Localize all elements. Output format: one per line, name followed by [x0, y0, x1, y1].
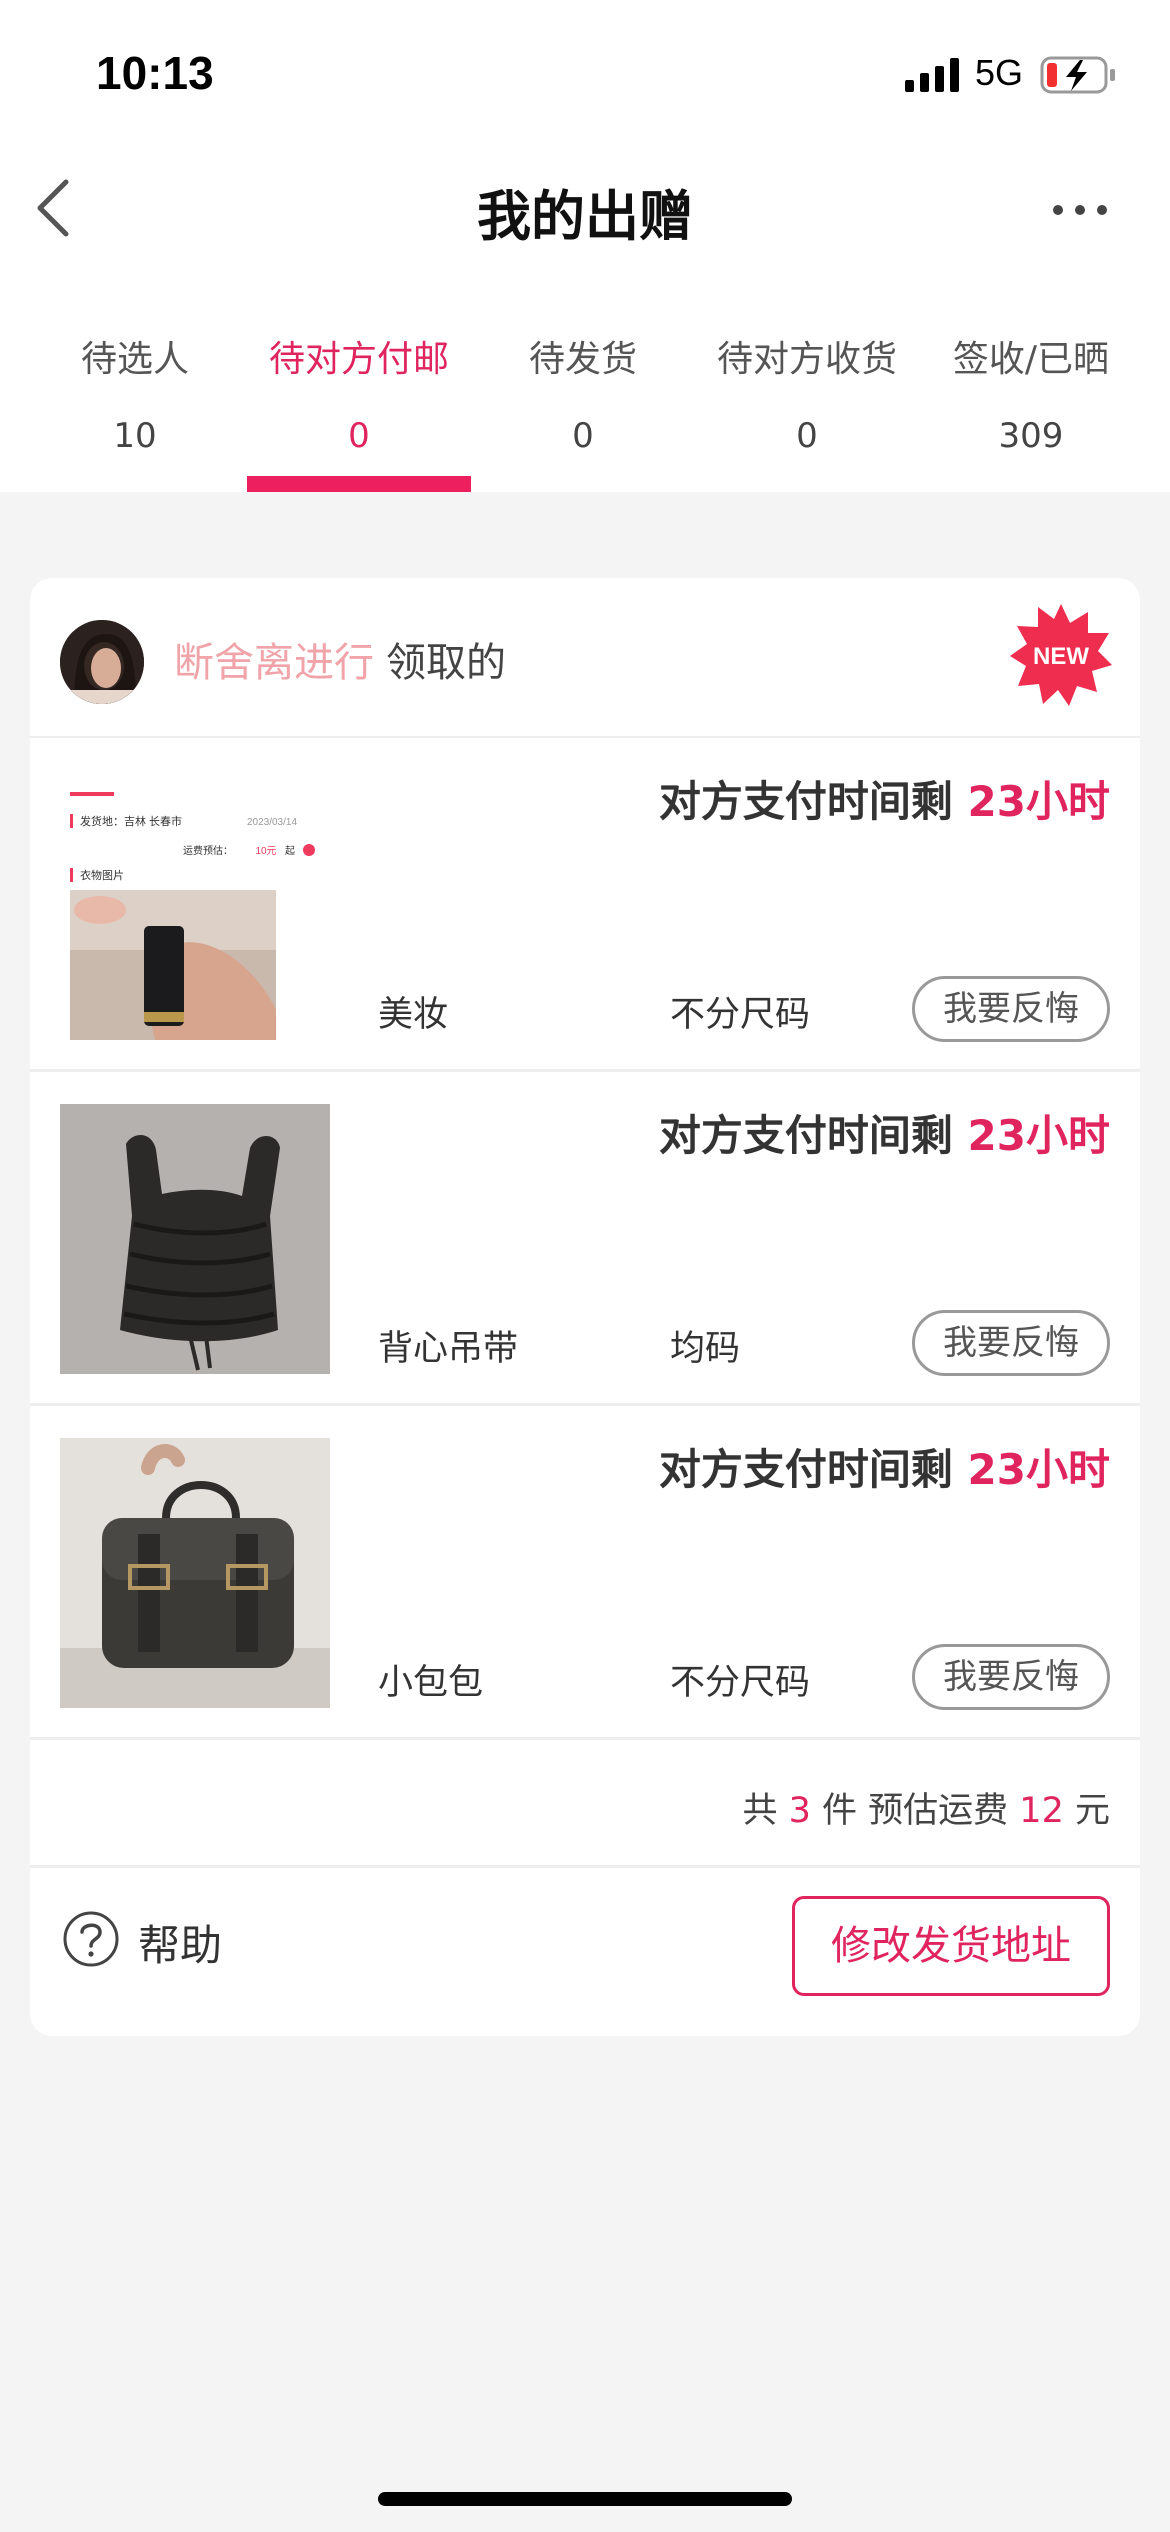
- item-photo: [60, 1104, 330, 1374]
- thumb-shipping-value: 10元: [255, 846, 276, 857]
- payment-countdown: 对方支付时间剩 23小时: [659, 1436, 1110, 1497]
- regret-button[interactable]: 我要反悔: [912, 976, 1110, 1042]
- thumb-shipping-suffix: 起: [285, 845, 295, 857]
- new-badge-label: NEW: [1033, 643, 1089, 670]
- item-thumbnail: [60, 1104, 330, 1374]
- item-size: 均码: [670, 1329, 741, 1369]
- countdown-hours: 23小时: [967, 1445, 1110, 1494]
- signal-icon: [905, 58, 959, 92]
- item-size: 不分尺码: [670, 995, 811, 1035]
- new-badge: NEW: [1010, 604, 1112, 706]
- tab-label: 待对方付邮: [268, 339, 449, 380]
- status-tabs: 待选人 10 待对方付邮 0 待发货 0 待对方收货 0 签收/已晒 309: [0, 270, 1170, 492]
- gift-order-card: 断舍离进行 领取的 NEW 发货地：吉林 长春市 2023/03/14 运费预估：…: [30, 578, 1140, 2036]
- giver-name[interactable]: 断舍离进行: [174, 640, 374, 686]
- shipping-fee: 12: [1019, 1791, 1064, 1831]
- svg-text:发货地：吉林 长春市: 发货地：吉林 长春市: [80, 814, 182, 828]
- active-tab-indicator: [247, 476, 471, 492]
- edit-shipping-address-button[interactable]: 修改发货地址: [792, 1896, 1110, 1996]
- thumb-shipping-label: 运费预估：: [183, 844, 233, 857]
- avatar[interactable]: [60, 620, 144, 704]
- status-bar: 10:13 5G: [0, 0, 1170, 150]
- countdown-hours: 23小时: [967, 1111, 1110, 1160]
- tab-count: 309: [998, 416, 1064, 456]
- status-time: 10:13: [96, 47, 214, 99]
- tab-count: 0: [572, 416, 594, 456]
- tab-pending-receipt[interactable]: 待对方收货 0: [695, 270, 919, 492]
- thumb-origin-label: 发货地：: [80, 814, 124, 828]
- tab-count: 0: [796, 416, 818, 456]
- summary-text: 共 3 件 预估运费 12 元: [742, 1782, 1110, 1833]
- summary-prefix: 共: [742, 1791, 778, 1831]
- regret-button[interactable]: 我要反悔: [912, 1310, 1110, 1376]
- countdown-prefix: 对方支付时间剩: [658, 1111, 953, 1160]
- item-photo: 发货地：吉林 长春市 2023/03/14 运费预估： 10元 起 衣物图片: [60, 770, 330, 1040]
- tab-pending-postage[interactable]: 待对方付邮 0: [247, 270, 471, 492]
- card-header: 断舍离进行 领取的 NEW: [30, 578, 1140, 738]
- item-name: 背心吊带: [378, 1329, 519, 1369]
- tab-count: 0: [348, 416, 370, 456]
- tab-pending-shipment[interactable]: 待发货 0: [471, 270, 695, 492]
- order-summary: 共 3 件 预估运费 12 元: [30, 1746, 1140, 1868]
- countdown-hours: 23小时: [967, 777, 1110, 826]
- currency-label: 元: [1074, 1791, 1110, 1831]
- regret-button[interactable]: 我要反悔: [912, 1644, 1110, 1710]
- gift-item[interactable]: 发货地：吉林 长春市 2023/03/14 运费预估： 10元 起 衣物图片 对…: [30, 738, 1140, 1072]
- help-icon: [63, 1911, 119, 1967]
- nav-bar: 我的出赠: [0, 150, 1170, 270]
- card-header-text: 断舍离进行 领取的: [174, 630, 506, 688]
- tab-label: 签收/已晒: [952, 339, 1110, 380]
- gift-item[interactable]: 对方支付时间剩 23小时 小包包 不分尺码 我要反悔: [30, 1406, 1140, 1740]
- battery-charging-icon: [1040, 56, 1115, 94]
- network-type: 5G: [975, 52, 1024, 93]
- avatar-photo: [60, 620, 144, 704]
- claimed-label: 领取的: [386, 640, 506, 686]
- tab-pending-selection[interactable]: 待选人 10: [23, 270, 247, 492]
- tab-label: 待选人: [80, 339, 189, 380]
- item-count: 3: [788, 1791, 811, 1831]
- item-name: 小包包: [378, 1663, 484, 1703]
- tab-count: 10: [113, 416, 157, 456]
- payment-countdown: 对方支付时间剩 23小时: [659, 768, 1110, 829]
- thumb-date: 2023/03/14: [247, 817, 297, 828]
- tab-label: 待发货: [528, 339, 637, 380]
- tab-received[interactable]: 签收/已晒 309: [919, 270, 1143, 492]
- countdown-prefix: 对方支付时间剩: [658, 1445, 953, 1494]
- tab-label: 待对方收货: [716, 339, 897, 380]
- item-thumbnail: [60, 1438, 330, 1708]
- item-size: 不分尺码: [670, 1663, 811, 1703]
- gift-item[interactable]: 对方支付时间剩 23小时 背心吊带 均码 我要反悔: [30, 1072, 1140, 1406]
- page-title: 我的出赠: [477, 185, 693, 248]
- home-indicator[interactable]: [378, 2492, 792, 2506]
- item-thumbnail: 发货地：吉林 长春市 2023/03/14 运费预估： 10元 起 衣物图片: [60, 770, 330, 1040]
- thumb-section: 衣物图片: [80, 868, 124, 882]
- more-icon[interactable]: [1050, 202, 1110, 218]
- thumb-origin-value: 吉林 长春市: [124, 814, 182, 828]
- countdown-prefix: 对方支付时间剩: [658, 777, 953, 826]
- item-photo: [60, 1438, 330, 1708]
- payment-countdown: 对方支付时间剩 23小时: [659, 1102, 1110, 1163]
- item-name: 美妆: [378, 995, 449, 1035]
- summary-unit: 件 预估运费: [822, 1791, 1009, 1831]
- help-label: 帮助: [138, 1921, 223, 1970]
